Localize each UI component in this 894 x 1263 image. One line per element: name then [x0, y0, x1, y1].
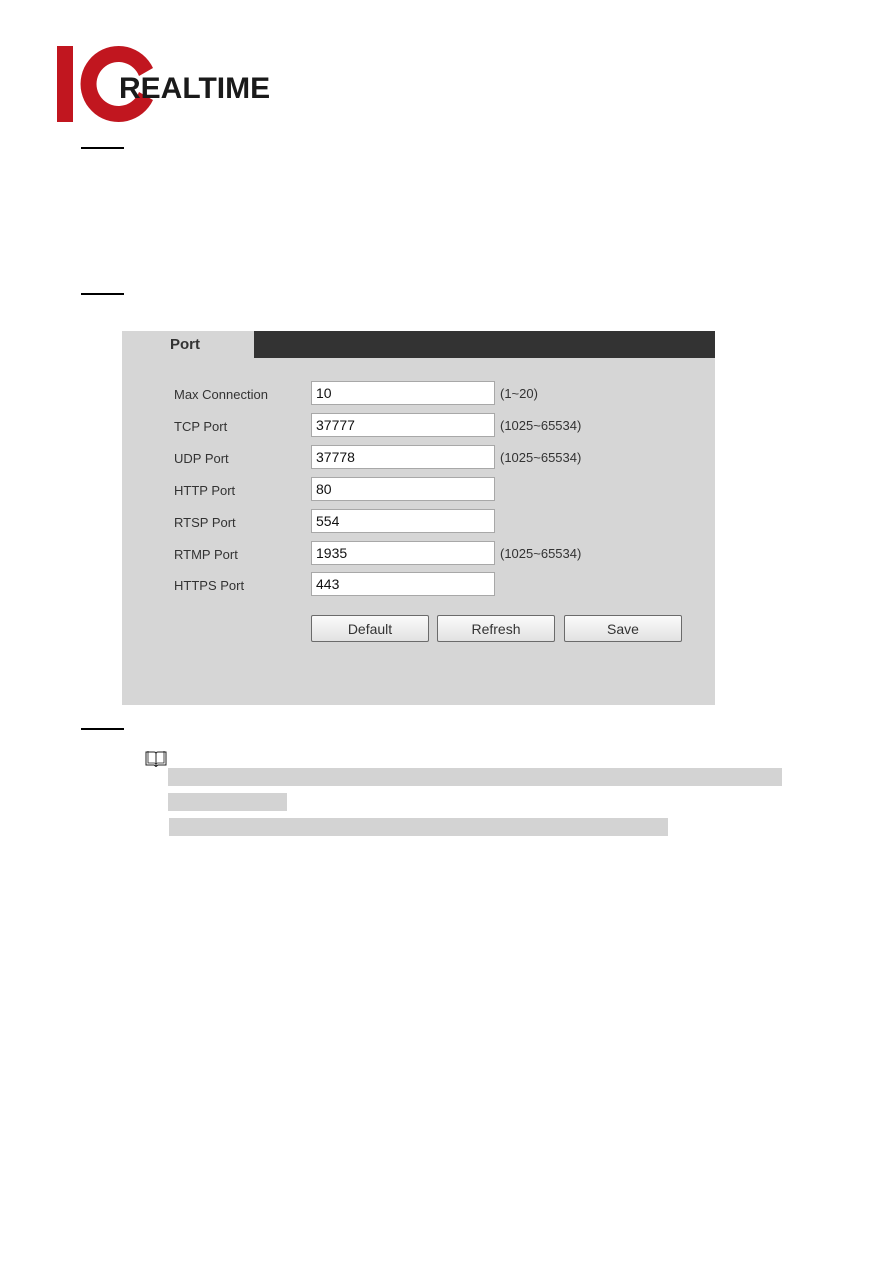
rtsp-port-label: RTSP Port: [174, 515, 236, 530]
rtsp-port-row: RTSP Port: [122, 509, 715, 535]
tcp-port-label: TCP Port: [174, 419, 228, 434]
max-connection-hint: (1~20): [500, 386, 538, 401]
udp-port-row: UDP Port (1025~65534): [122, 445, 715, 471]
save-button[interactable]: Save: [564, 615, 682, 642]
max-connection-input[interactable]: [311, 381, 495, 405]
udp-port-label: UDP Port: [174, 451, 229, 466]
step-marker-2: [81, 293, 124, 295]
rtsp-port-input[interactable]: [311, 509, 495, 533]
udp-port-input[interactable]: [311, 445, 495, 469]
ic-realtime-logo-icon: REALTIME: [57, 46, 270, 123]
port-settings-panel: Port Max Connection (1~20) TCP Port (102…: [122, 331, 715, 705]
https-port-input[interactable]: [311, 572, 495, 596]
http-port-label: HTTP Port: [174, 483, 236, 498]
rtmp-port-input[interactable]: [311, 541, 495, 565]
tcp-port-input[interactable]: [311, 413, 495, 437]
max-connection-row: Max Connection (1~20): [122, 381, 715, 407]
brand-logo: REALTIME: [55, 42, 295, 126]
book-icon: [145, 750, 167, 768]
header-bar: [254, 331, 715, 358]
rtmp-port-hint: (1025~65534): [500, 546, 582, 561]
tab-port[interactable]: Port: [122, 331, 254, 358]
panel-header: Port: [122, 331, 715, 358]
http-port-row: HTTP Port: [122, 477, 715, 503]
udp-port-hint: (1025~65534): [500, 450, 582, 465]
default-button[interactable]: Default: [311, 615, 429, 642]
http-port-input[interactable]: [311, 477, 495, 501]
note-line-2: [168, 793, 287, 811]
rtmp-port-row: RTMP Port (1025~65534): [122, 541, 715, 567]
tcp-port-row: TCP Port (1025~65534): [122, 413, 715, 439]
step-marker-1: [81, 147, 124, 149]
refresh-button[interactable]: Refresh: [437, 615, 555, 642]
note-line-3: [169, 818, 668, 836]
https-port-label: HTTPS Port: [174, 578, 245, 593]
note-line-1: [168, 768, 782, 786]
rtmp-port-label: RTMP Port: [174, 547, 238, 562]
tab-port-label: Port: [170, 336, 200, 353]
https-port-row: HTTPS Port: [122, 572, 715, 598]
max-connection-label: Max Connection: [174, 387, 268, 402]
logo-text: REALTIME: [119, 72, 270, 105]
tcp-port-hint: (1025~65534): [500, 418, 582, 433]
step-marker-3: [81, 728, 124, 730]
